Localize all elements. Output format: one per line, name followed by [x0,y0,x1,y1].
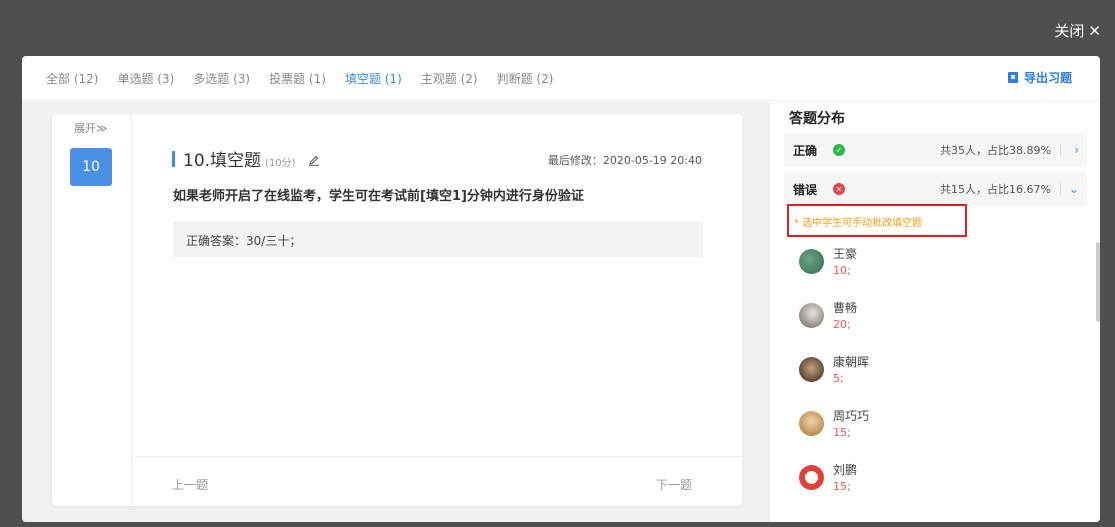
divider [1060,144,1061,156]
student-item[interactable]: 曹畅 20; [799,299,999,343]
export-label: 导出习题 [1023,71,1072,85]
scrollbar[interactable] [1096,242,1100,322]
answer-distribution-panel: 答题分布 正确 ✓ 共35人，占比38.89% › 错误 ✕ 共15人，占比16… [769,102,1100,522]
question-card: 展开≫ 10 10.填空题 (10分) 最后修改：2020-05-19 20:4… [52,114,742,506]
cross-icon: ✕ [833,183,846,195]
wrong-count: 共15人，占比16.67% [940,183,1051,196]
tab-multiple-choice[interactable]: 多选题 (3) [193,70,250,87]
student-item[interactable]: 刘鹏 15; [799,461,999,505]
prev-question-button[interactable]: 上一题 [172,476,208,493]
student-answer: 20; [833,318,851,331]
tab-vote[interactable]: 投票题 (1) [269,70,326,87]
question-score: (10分) [265,158,296,169]
question-area: 展开≫ 10 10.填空题 (10分) 最后修改：2020-05-19 20:4… [22,102,769,522]
tab-true-false[interactable]: 判断题 (2) [497,70,554,87]
chevron-right-icon: › [1074,143,1079,157]
student-item[interactable]: 康朝晖 5; [799,353,999,397]
divider [1060,183,1061,195]
question-type-tabs: 全部 (12) 单选题 (3) 多选题 (3) 投票题 (1) 填空题 (1) … [22,56,1100,101]
correct-row[interactable]: 正确 ✓ 共35人，占比38.89% › [784,133,1087,167]
check-icon: ✓ [833,144,846,156]
chevron-down-icon: ⌄ [1068,182,1079,196]
document-icon [1007,72,1018,83]
avatar [799,357,824,382]
close-label: 关闭 [1054,22,1085,40]
question-number-badge[interactable]: 10 [70,148,112,186]
wrong-label: 错误 [793,182,818,197]
student-item[interactable]: 王豪 10; [799,245,999,289]
avatar [799,411,824,436]
student-answer: 10; [833,264,851,277]
correct-answer: 正确答案：30/三十； [173,221,703,257]
question-stats-modal: 全部 (12) 单选题 (3) 多选题 (3) 投票题 (1) 填空题 (1) … [22,56,1100,522]
tab-single-choice[interactable]: 单选题 (3) [117,70,174,87]
tab-fill-blank[interactable]: 填空题 (1) [345,70,402,87]
close-icon: ✕ [1088,21,1101,40]
panel-title: 答题分布 [789,111,845,127]
student-name: 康朝晖 [833,355,870,369]
question-header: 10.填空题 (10分) [172,146,320,171]
student-name: 曹畅 [833,301,858,315]
avatar [799,249,824,274]
question-title: 10.填空题 [183,151,262,171]
student-name: 刘鹏 [833,463,858,477]
export-exercises-button[interactable]: 导出习题 [1007,69,1072,86]
student-item[interactable]: 周巧巧 15; [799,407,999,451]
title-accent-bar [172,150,175,167]
student-answer: 15; [833,480,851,493]
close-button[interactable]: 关闭 ✕ [1054,20,1101,41]
edit-icon[interactable] [308,154,320,170]
student-name: 王豪 [833,247,858,261]
question-number-column: 展开≫ 10 [52,114,132,506]
question-text: 如果老师开启了在线监考，学生可在考试前[填空1]分钟内进行身份验证 [173,189,584,204]
wrong-row[interactable]: 错误 ✕ 共15人，占比16.67% ⌄ [784,172,1087,206]
student-answer: 5; [833,372,844,385]
manual-grading-hint: * 选中学生可手动批改填空题 [787,204,967,237]
last-modified: 最后修改：2020-05-19 20:40 [547,154,702,167]
tab-all[interactable]: 全部 (12) [46,70,98,87]
avatar [799,303,824,328]
tab-subjective[interactable]: 主观题 (2) [421,70,478,87]
student-answer: 15; [833,426,851,439]
expand-link[interactable]: 展开≫ [74,120,108,136]
student-name: 周巧巧 [833,409,870,423]
correct-count: 共35人，占比38.89% [940,144,1051,157]
question-nav: 上一题 下一题 [132,456,742,506]
avatar [799,465,824,490]
correct-label: 正确 [793,143,818,158]
next-question-button[interactable]: 下一题 [656,476,692,493]
